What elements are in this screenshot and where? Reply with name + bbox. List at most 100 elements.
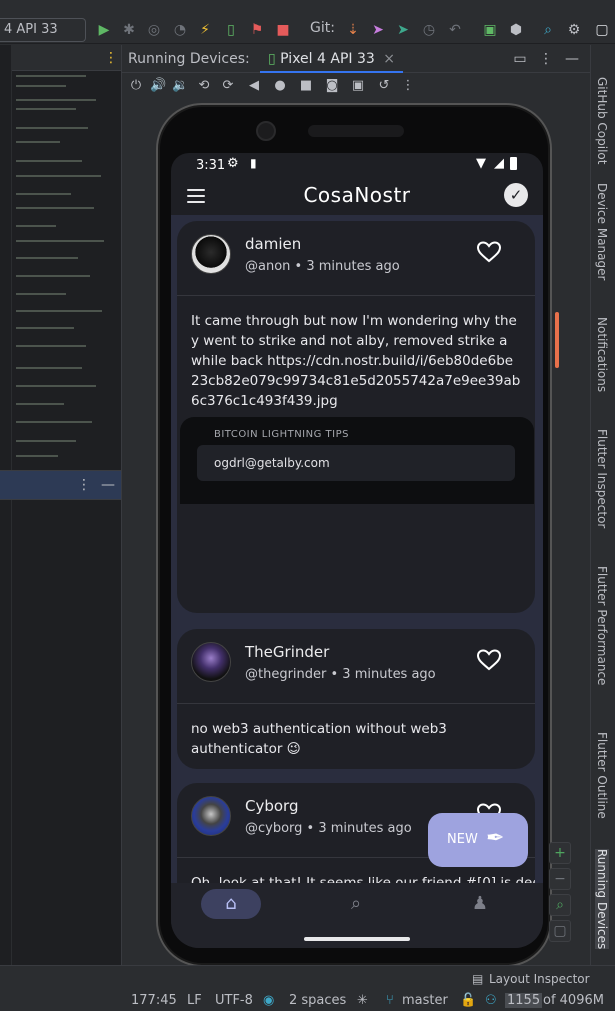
more-options-icon[interactable]: ⋮ [538,51,554,67]
git-history-icon[interactable]: ◷ [421,22,437,38]
bottom-navigation: ⌂ ⌕ ♟ [171,883,543,948]
more-options-icon[interactable]: ⋮ [103,50,119,66]
avatar[interactable] [191,234,231,274]
avatar[interactable] [191,796,231,836]
layout-inspector-icon: ▤ [472,972,484,986]
nav-profile[interactable]: ♟ [450,889,510,919]
memory-used[interactable]: 1155 [505,993,543,1008]
heart-icon[interactable] [477,241,501,263]
tool-github-copilot[interactable]: GitHub Copilot [595,77,609,164]
code-line [16,207,94,209]
tab-pixel-4[interactable]: ▯ Pixel 4 API 33 × [260,45,403,73]
post-card[interactable]: TheGrinder @thegrinder • 3 minutes ago n… [177,629,535,769]
home-icon[interactable]: ● [272,78,288,94]
author-name[interactable]: damien [245,235,301,253]
zoom-fit-button[interactable]: ▢ [549,920,571,942]
minimize-icon[interactable]: — [100,477,116,493]
code-line [16,455,58,457]
tool-flutter-outline[interactable]: Flutter Outline [595,732,609,819]
snapshot-icon[interactable]: ↺ [376,78,392,94]
tab-label: Pixel 4 API 33 [280,51,375,67]
more-options-icon[interactable]: ⋮ [76,477,92,493]
code-line [16,345,86,347]
memory-total[interactable]: of 4096M [543,993,604,1008]
volume-up-icon[interactable]: 🔊 [150,78,166,94]
heart-icon[interactable] [477,649,501,671]
code-line [16,385,96,387]
device-manager-icon[interactable]: ▣ [482,22,498,38]
tool-window-header[interactable]: ⋮ — [0,470,121,500]
avatar[interactable] [191,642,231,682]
code-line [16,367,82,369]
check-icon[interactable]: ✓ [504,183,528,207]
post-feed[interactable]: damien @anon • 3 minutes ago It came thr… [171,215,543,883]
layout-inspector-label[interactable]: Layout Inspector [489,972,590,986]
code-editor-panel[interactable]: ⋮ ⋮ — [0,45,122,965]
screenshot-icon[interactable]: ◙ [324,78,340,94]
gesture-home-bar[interactable] [304,937,410,941]
debug-icon[interactable]: ✱ [121,22,137,38]
settings-icon[interactable]: ⚙ [566,22,582,38]
eye-icon[interactable]: ◉ [263,993,274,1008]
profile-icon[interactable]: ◔ [172,22,188,38]
sd-card-icon: ▮ [250,156,257,170]
git-rollback-icon[interactable]: ↶ [447,22,463,38]
file-encoding[interactable]: UTF-8 [215,993,253,1008]
lock-icon[interactable]: 🔓 [460,993,476,1008]
indent-setting[interactable]: 2 spaces [289,993,346,1008]
line-ending[interactable]: LF [187,993,202,1008]
cursor-position[interactable]: 177:45 [131,993,177,1008]
close-icon[interactable]: × [383,51,395,67]
code-line [16,293,66,295]
author-name[interactable]: Cyborg [245,797,298,815]
zoom-actual-button[interactable]: ⌕ [549,894,571,916]
git-branch[interactable]: master [402,993,448,1008]
attach-debugger-icon[interactable]: ◎ [146,22,162,38]
screen-record-icon[interactable]: ▣ [350,78,366,94]
lightning-address-field[interactable]: ogdrl@getalby.com [197,445,515,481]
power-icon[interactable]: ⏻ [128,78,144,94]
apply-changes-icon[interactable]: ▯ [223,22,239,38]
new-post-button[interactable]: NEW ✒ [428,813,528,867]
overview-icon[interactable]: ■ [298,78,314,94]
git-commit-icon[interactable]: ➤ [370,22,386,38]
tool-notifications[interactable]: Notifications [595,317,609,392]
post-text: no web3 authentication without web3 auth… [191,721,447,757]
phone-screen[interactable]: 3:31 ⚙ ▮ ▼ ◢ CosaNostr ✓ damien @anon • … [171,153,543,948]
rotate-right-icon[interactable]: ⟳ [220,78,236,94]
tool-flutter-inspector[interactable]: Flutter Inspector [595,429,609,528]
code-line [16,160,82,162]
device-selector[interactable]: 4 API 33 [0,18,86,42]
post-card[interactable]: damien @anon • 3 minutes ago It came thr… [177,221,535,613]
flutter-attach-icon[interactable]: ⚑ [249,22,265,38]
more-options-icon[interactable]: ⋮ [400,78,416,94]
tool-flutter-performance[interactable]: Flutter Performance [595,566,609,685]
sdk-manager-icon[interactable]: ⬢ [508,22,524,38]
code-line [16,175,101,177]
app-bar: CosaNostr ✓ [171,177,543,215]
settings-icon: ⚙ [227,156,239,171]
zoom-in-button[interactable]: + [549,842,571,864]
back-icon[interactable]: ◀ [246,78,262,94]
maximize-icon[interactable]: ▭ [512,51,528,67]
android-icon: ▢ [595,22,609,38]
git-update-icon[interactable]: ⇣ [345,22,361,38]
tool-running-devices[interactable]: Running Devices [595,849,609,950]
code-line [16,257,78,259]
notifications-icon[interactable]: ⚇ [485,993,497,1008]
volume-down-icon[interactable]: 🔉 [172,78,188,94]
hot-reload-icon[interactable]: ⚡ [197,22,213,38]
nav-home[interactable]: ⌂ [201,889,261,919]
stop-icon[interactable]: ■ [275,22,291,38]
git-push-icon[interactable]: ➤ [395,22,411,38]
tool-device-manager[interactable]: Device Manager [595,183,609,280]
tips-label: BITCOIN LIGHTNING TIPS [214,429,349,440]
minimize-icon[interactable]: — [564,51,580,67]
run-icon[interactable]: ▶ [96,22,112,38]
search-icon[interactable]: ⌕ [540,22,556,38]
author-name[interactable]: TheGrinder [245,643,329,661]
code-line [16,240,104,242]
zoom-out-button[interactable]: − [549,868,571,890]
nav-search[interactable]: ⌕ [326,889,386,919]
rotate-left-icon[interactable]: ⟲ [196,78,212,94]
